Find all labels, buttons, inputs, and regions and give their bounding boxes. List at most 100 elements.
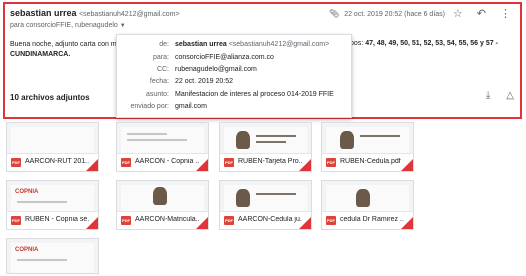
attachment-caption: PDF AARCON-RUT 201...	[7, 153, 98, 171]
corner-fold	[401, 159, 413, 171]
copnia-logo: COPNIA	[15, 189, 39, 195]
star-icon[interactable]: ☆	[453, 7, 463, 20]
attachment-preview	[326, 185, 409, 211]
detail-row-to: para: consorcioFFIE@alianza.com.co	[117, 54, 353, 65]
detail-row-subject: asunto: Manifestacion de interes al proc…	[117, 91, 353, 102]
corner-fold	[196, 159, 208, 171]
copnia-logo: COPNIA	[15, 247, 39, 253]
attachment-caption: PDF RUBEN-Cedula.pdf	[322, 153, 413, 171]
detail-value-from: sebastian urrea <sebastianuh4212@gmail.c…	[175, 41, 329, 48]
corner-fold	[86, 159, 98, 171]
pdf-icon: PDF	[224, 216, 234, 225]
detail-row-mailed-by: enviado por: gmail.com	[117, 103, 353, 114]
sender-name: sebastian urrea	[10, 8, 77, 18]
attachment-name: cedula Dr Ramirez ...	[340, 216, 404, 223]
attachment-tile[interactable]: PDF RUBEN-Cedula.pdf	[321, 122, 414, 172]
detail-label-cc: CC:	[156, 66, 169, 73]
attachment-name: AARCON-Matricula...	[135, 216, 199, 223]
detail-row-cc: CC: rubenagudelo@gmail.com	[117, 66, 353, 77]
attachment-tile[interactable]: PDF AARCON-Matricula...	[116, 180, 209, 230]
pdf-icon: PDF	[121, 158, 131, 167]
detail-label-date: fecha:	[149, 78, 169, 85]
attachment-name: RUBEN-Cedula.pdf	[340, 158, 401, 165]
id-photo	[340, 131, 354, 149]
download-icon[interactable]: ⤓	[486, 90, 490, 101]
id-photo	[236, 189, 250, 207]
attachment-tile[interactable]: COPNIA	[6, 238, 99, 274]
detail-from-email: <sebastianuh4212@gmail.com>	[228, 41, 330, 48]
pdf-icon: PDF	[11, 216, 21, 225]
detail-value-date: 22 oct. 2019 20:52	[175, 78, 233, 85]
attachment-name: AARCON-Cedula ju...	[238, 216, 302, 223]
detail-label-mailed-by: enviado por:	[130, 103, 169, 110]
body-right-values: 47, 48, 49, 50, 51, 52, 53, 54, 55, 56 y…	[365, 40, 498, 47]
attachment-tile[interactable]: PDF cedula Dr Ramirez ...	[321, 180, 414, 230]
more-vert-icon[interactable]: ⋮	[500, 7, 511, 20]
pdf-icon: PDF	[326, 216, 336, 225]
chevron-down-icon: ▼	[119, 23, 126, 29]
attachment-name: AARCON-RUT 201...	[25, 158, 89, 165]
attachment-preview: COPNIA	[11, 243, 94, 273]
body-line-2: CUNDINAMARCA.	[10, 51, 71, 58]
recipients-text: para consorcioFFIE, rubenagudelo	[10, 22, 118, 29]
detail-value-to: consorcioFFIE@alianza.com.co	[175, 54, 274, 61]
attachment-tile[interactable]: PDF AARCON-Cedula ju...	[219, 180, 312, 230]
corner-fold	[299, 159, 311, 171]
doc-line	[127, 139, 187, 141]
id-photo	[356, 189, 370, 207]
message-details-popup: de: sebastian urrea <sebastianuh4212@gma…	[116, 34, 352, 118]
attachment-tile[interactable]: PDF RUBEN-Tarjeta Pro...	[219, 122, 312, 172]
detail-row-from: de: sebastian urrea <sebastianuh4212@gma…	[117, 41, 353, 52]
body-right-text: pos: 47, 48, 49, 50, 51, 52, 53, 54, 55,…	[350, 40, 498, 47]
doc-line	[17, 259, 67, 261]
attachment-preview	[11, 127, 94, 153]
attachment-tile[interactable]: PDF AARCON-RUT 201...	[6, 122, 99, 172]
date-area: 📎︎ 22 oct. 2019 20:52 (hace 6 días)	[329, 9, 445, 18]
email-body: Buena noche, adjunto carta con m CUNDINA…	[10, 40, 117, 60]
id-line	[360, 135, 400, 137]
pdf-icon: PDF	[326, 158, 336, 167]
pdf-icon: PDF	[121, 216, 131, 225]
attachment-name: RUBEN - Copnia se...	[25, 216, 89, 223]
attachment-preview: COPNIA	[11, 185, 94, 211]
corner-fold	[299, 217, 311, 229]
body-line-1: Buena noche, adjunto carta con m	[10, 41, 117, 48]
detail-row-date: fecha: 22 oct. 2019 20:52	[117, 78, 353, 89]
attachment-caption: PDF RUBEN - Copnia se...	[7, 211, 98, 229]
detail-value-mailed-by: gmail.com	[175, 103, 207, 110]
attachment-preview	[121, 185, 204, 211]
detail-label-from: de:	[159, 41, 169, 48]
detail-label-subject: asunto:	[146, 91, 169, 98]
detail-label-to: para:	[153, 54, 169, 61]
pdf-icon: PDF	[224, 158, 234, 167]
id-photo	[153, 187, 167, 205]
email-date: 22 oct. 2019 20:52 (hace 6 días)	[344, 11, 445, 18]
header-actions: ☆ ↶ ⋮	[453, 7, 511, 20]
paperclip-icon: 📎︎	[329, 9, 340, 18]
id-photo	[236, 131, 250, 149]
attachments-count: 10 archivos adjuntos	[10, 93, 90, 102]
attachment-preview	[326, 127, 409, 153]
reply-icon[interactable]: ↶	[477, 7, 486, 20]
attachment-name: RUBEN-Tarjeta Pro...	[238, 158, 302, 165]
sender-line[interactable]: sebastian urrea <sebastianuh4212@gmail.c…	[10, 8, 180, 18]
recipients-toggle[interactable]: para consorcioFFIE, rubenagudelo ▼	[10, 22, 126, 29]
attachment-caption: PDF cedula Dr Ramirez ...	[322, 211, 413, 229]
id-line	[256, 141, 286, 143]
attachment-preview	[224, 127, 307, 153]
attachment-preview	[224, 185, 307, 211]
detail-value-cc: rubenagudelo@gmail.com	[175, 66, 257, 73]
sender-email: <sebastianuh4212@gmail.com>	[79, 11, 180, 18]
attachment-caption: PDF AARCON - Copnia ...	[117, 153, 208, 171]
drive-icon[interactable]: △	[506, 90, 514, 101]
corner-fold	[86, 217, 98, 229]
attachments-actions: ⤓ △	[486, 90, 514, 101]
id-line	[256, 135, 296, 137]
doc-line	[127, 133, 167, 135]
attachment-caption: PDF AARCON-Cedula ju...	[220, 211, 311, 229]
attachment-tile[interactable]: PDF AARCON - Copnia ...	[116, 122, 209, 172]
attachment-preview	[121, 127, 204, 153]
corner-fold	[401, 217, 413, 229]
attachment-caption: PDF RUBEN-Tarjeta Pro...	[220, 153, 311, 171]
attachment-tile[interactable]: COPNIA PDF RUBEN - Copnia se...	[6, 180, 99, 230]
